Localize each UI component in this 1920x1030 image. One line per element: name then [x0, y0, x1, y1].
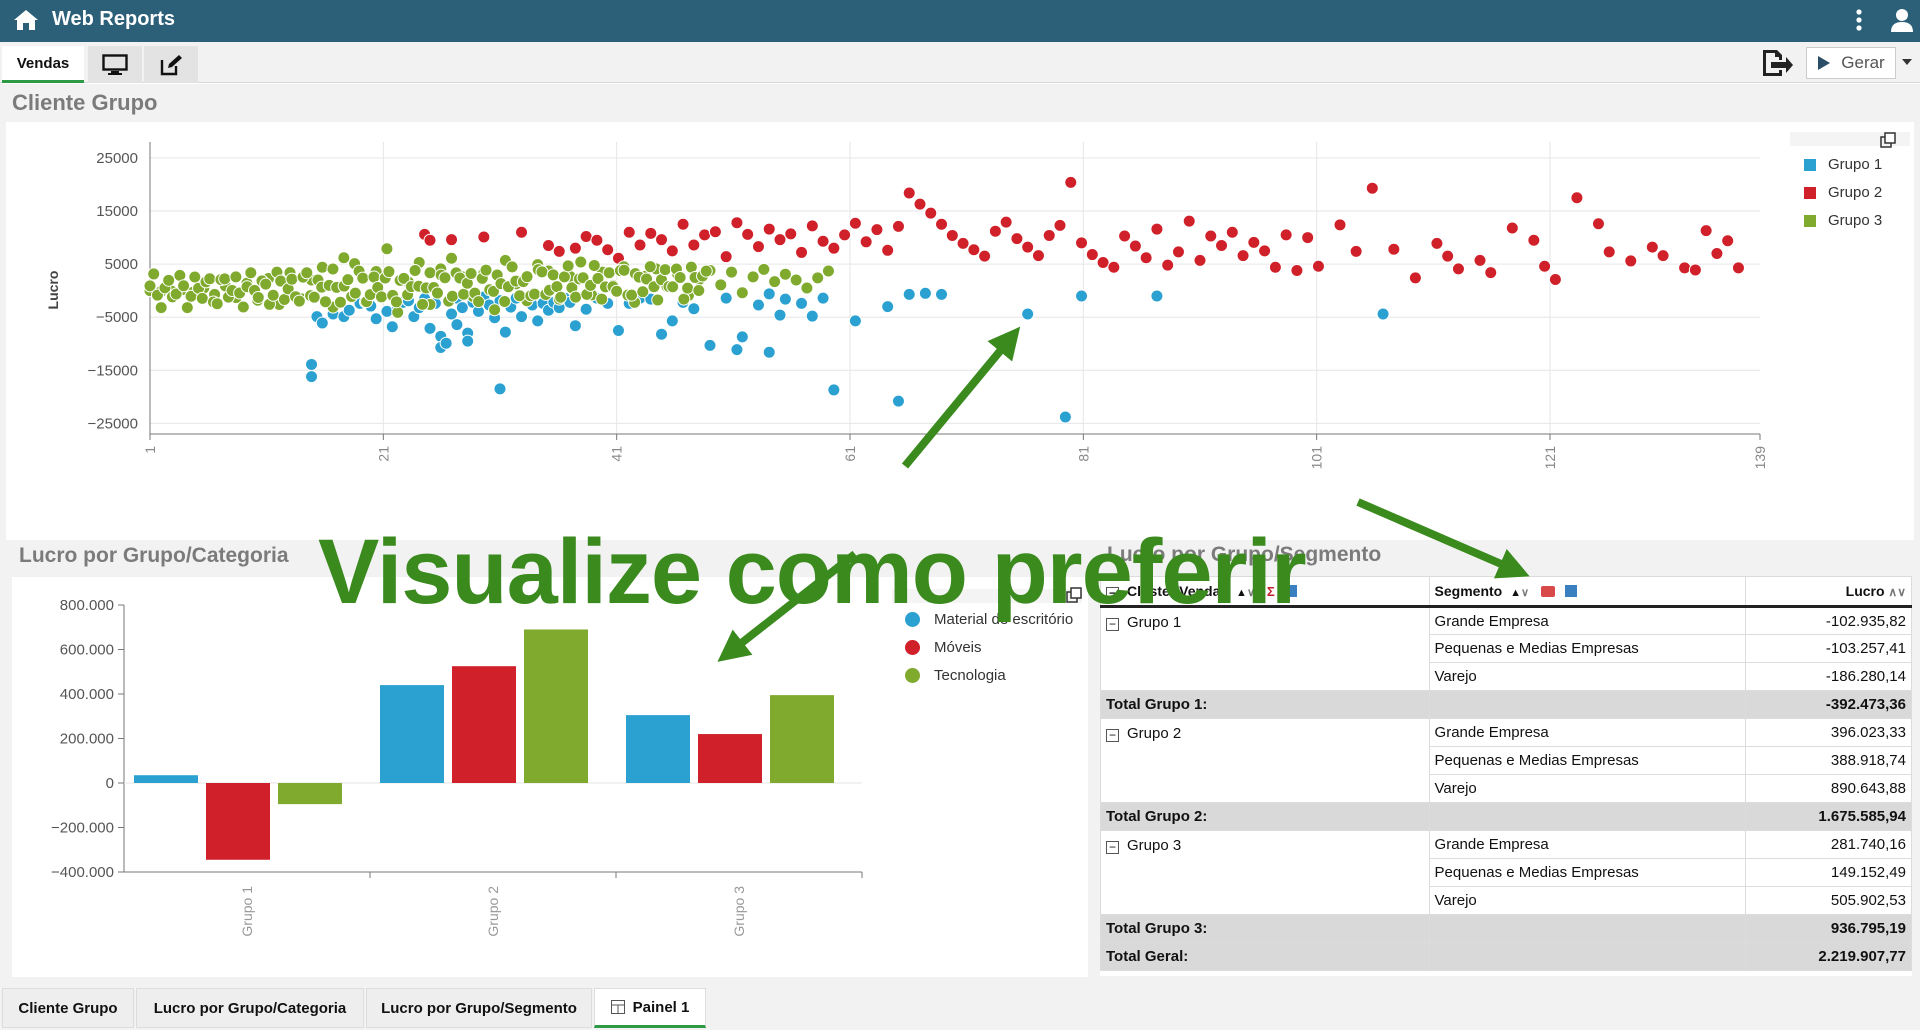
gerar-button[interactable]: Gerar — [1806, 47, 1896, 79]
tab-label: Painel 1 — [632, 998, 690, 1016]
tab-cliente-grupo[interactable]: Cliente Grupo — [2, 988, 134, 1028]
bottom-tab-bar: Cliente Grupo Lucro por Grupo/Categoria … — [0, 984, 1920, 1030]
tab-lucro-segmento[interactable]: Lucro por Grupo/Segmento — [366, 988, 592, 1028]
edit-icon — [160, 54, 182, 75]
annotation-arrow — [901, 326, 1021, 469]
chevron-down-icon — [1902, 59, 1912, 65]
tab-lucro-categoria[interactable]: Lucro por Grupo/Categoria — [136, 988, 364, 1028]
panel-icon — [610, 1000, 625, 1014]
annotation-arrow — [717, 550, 858, 662]
annotation-arrow — [1356, 498, 1530, 579]
user-icon[interactable] — [1891, 8, 1913, 32]
home-icon[interactable] — [13, 9, 39, 31]
play-icon — [1818, 56, 1831, 70]
app-header: Web Reports — [0, 0, 1920, 42]
app-title: Web Reports — [52, 8, 175, 30]
annotation-arrows — [717, 326, 1530, 662]
kebab-menu-icon[interactable] — [1852, 8, 1866, 32]
tab-painel-1[interactable]: Painel 1 — [594, 988, 706, 1028]
tab-monitor[interactable] — [88, 46, 142, 83]
gerar-label: Gerar — [1841, 53, 1885, 72]
export-icon[interactable] — [1760, 48, 1794, 78]
tab-vendas[interactable]: Vendas — [2, 46, 84, 83]
gerar-dropdown[interactable] — [1898, 52, 1916, 72]
dashboard-canvas: Cliente Grupo 25000 15000 5000 −5000 −15000−… — [0, 84, 1920, 984]
tab-edit[interactable] — [144, 46, 198, 83]
toolbar: Vendas Gerar — [0, 42, 1920, 83]
monitor-icon — [102, 53, 128, 75]
